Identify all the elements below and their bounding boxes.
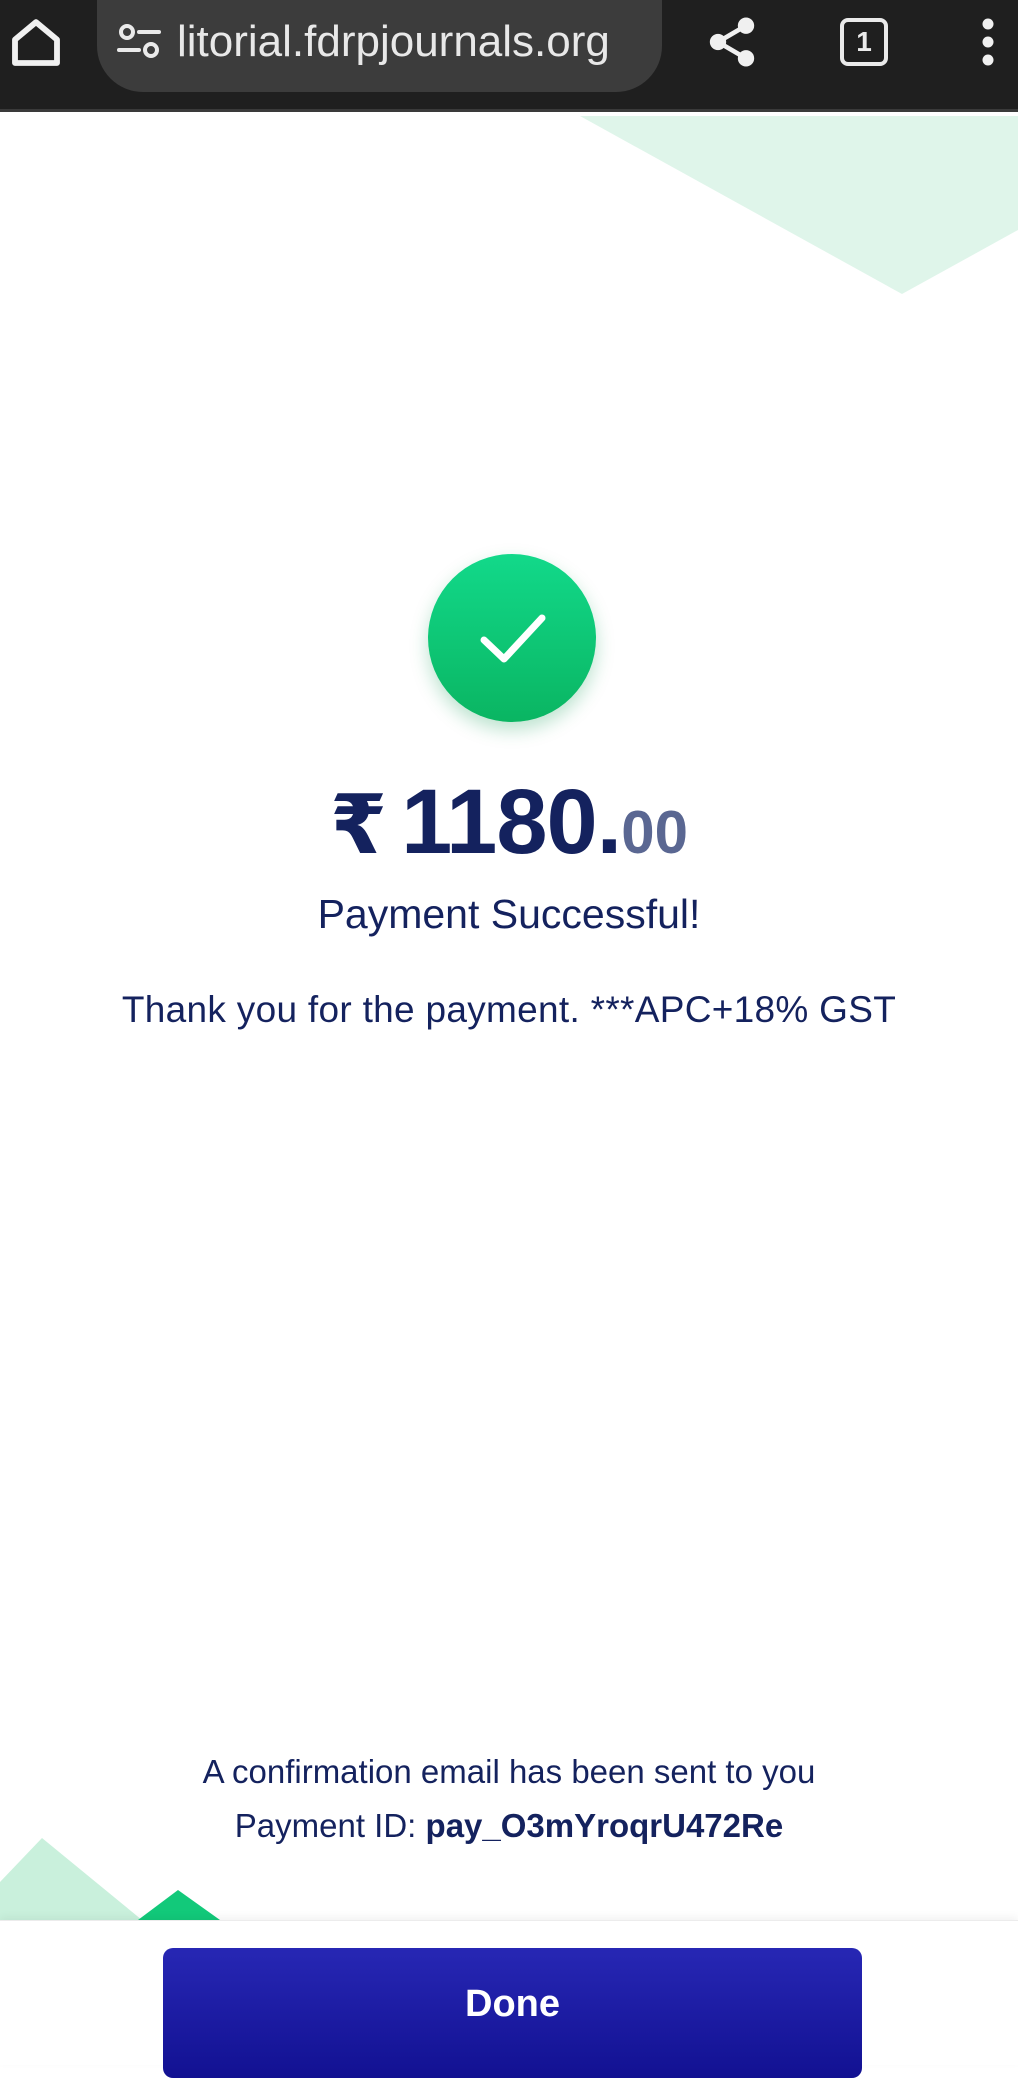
success-check-badge: [428, 554, 596, 722]
payment-id-label: Payment ID:: [234, 1807, 417, 1844]
done-button[interactable]: Done: [163, 1948, 862, 2078]
more-menu-button[interactable]: [960, 6, 1016, 78]
payment-description: Thank you for the payment. ***APC+18% GS…: [121, 989, 897, 1030]
payment-id-value: pay_O3mYroqrU472Re: [425, 1807, 784, 1844]
amount-whole: 1180.: [401, 771, 622, 873]
currency-symbol: ₹: [330, 780, 388, 871]
url-text[interactable]: litorial.fdrpjournals.org: [177, 14, 647, 70]
share-button[interactable]: [700, 6, 764, 78]
payment-status: Payment Successful!: [317, 891, 701, 937]
footer-bar: Done: [0, 1920, 1018, 2078]
home-icon: [12, 19, 60, 66]
top-right-decoration: [580, 116, 1018, 294]
browser-toolbar: litorial.fdrpjournals.org 1: [0, 0, 1018, 112]
amount-fraction: 00: [621, 799, 688, 866]
home-button[interactable]: [4, 6, 68, 78]
confirmation-message: A confirmation email has been sent to yo…: [202, 1753, 816, 1790]
payment-amount: ₹1180.00: [0, 770, 1018, 875]
address-bar[interactable]: litorial.fdrpjournals.org: [97, 0, 662, 92]
tab-switcher-button[interactable]: 1: [832, 6, 896, 78]
site-settings-icon[interactable]: [115, 18, 163, 66]
share-icon: [709, 17, 755, 67]
more-vert-icon: [982, 18, 994, 66]
check-icon: [480, 614, 546, 663]
payment-id-line: Payment ID: pay_O3mYroqrU472Re: [0, 1802, 1018, 1850]
tabs-icon: 1: [840, 18, 888, 66]
